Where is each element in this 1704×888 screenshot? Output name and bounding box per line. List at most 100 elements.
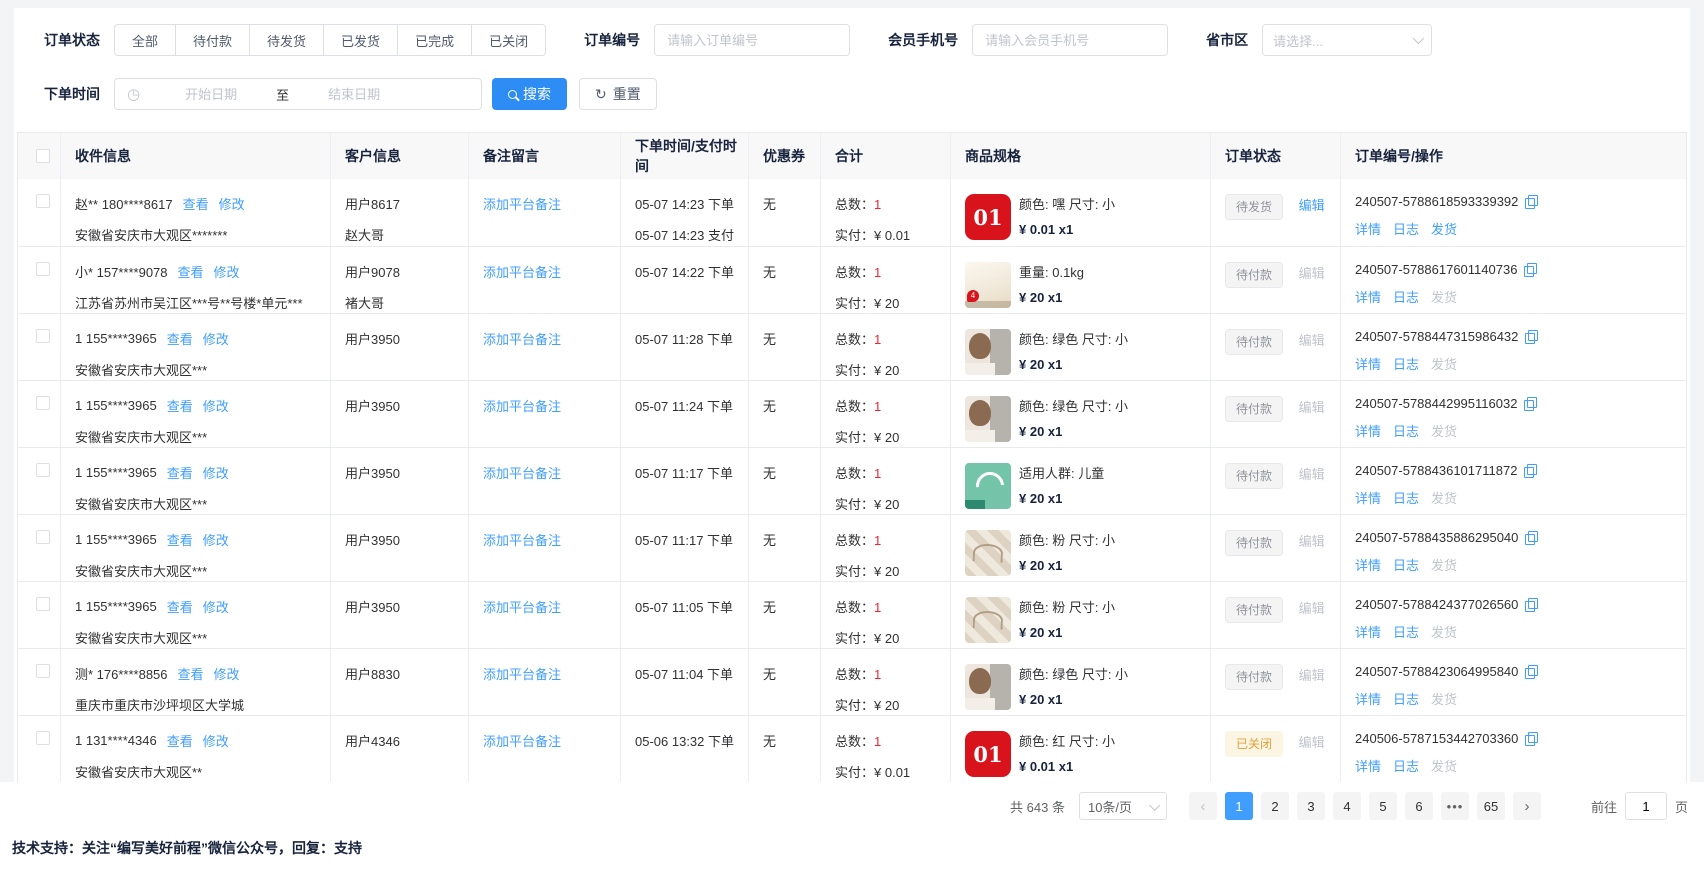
ship-link[interactable]: 发货: [1431, 689, 1457, 708]
view-link[interactable]: 查看: [167, 396, 193, 415]
add-remark-link[interactable]: 添加平台备注: [483, 399, 561, 414]
add-remark-link[interactable]: 添加平台备注: [483, 197, 561, 212]
copy-icon[interactable]: [1525, 330, 1537, 344]
ship-link[interactable]: 发货: [1431, 421, 1457, 440]
modify-link[interactable]: 修改: [203, 396, 229, 415]
detail-link[interactable]: 详情: [1355, 756, 1381, 775]
modify-link[interactable]: 修改: [203, 463, 229, 482]
goto-page-input[interactable]: [1625, 792, 1667, 820]
modify-link[interactable]: 修改: [214, 664, 240, 683]
copy-icon[interactable]: [1525, 531, 1537, 545]
detail-link[interactable]: 详情: [1355, 488, 1381, 507]
detail-link[interactable]: 详情: [1355, 421, 1381, 440]
reset-button[interactable]: ↻ 重置: [579, 78, 657, 110]
row-checkbox[interactable]: [36, 194, 50, 208]
edit-order-link[interactable]: 编辑: [1299, 601, 1325, 616]
log-link[interactable]: 日志: [1393, 756, 1419, 775]
add-remark-link[interactable]: 添加平台备注: [483, 466, 561, 481]
ship-link[interactable]: 发货: [1431, 555, 1457, 574]
region-select[interactable]: 请选择...: [1262, 24, 1432, 56]
add-remark-link[interactable]: 添加平台备注: [483, 667, 561, 682]
edit-order-link[interactable]: 编辑: [1299, 333, 1325, 348]
add-remark-link[interactable]: 添加平台备注: [483, 265, 561, 280]
copy-icon[interactable]: [1524, 263, 1536, 277]
page-button-65[interactable]: 65: [1477, 792, 1505, 820]
log-link[interactable]: 日志: [1393, 421, 1419, 440]
add-remark-link[interactable]: 添加平台备注: [483, 533, 561, 548]
add-remark-link[interactable]: 添加平台备注: [483, 600, 561, 615]
view-link[interactable]: 查看: [167, 463, 193, 482]
status-tab-1[interactable]: 待付款: [175, 24, 250, 56]
start-date-input[interactable]: [146, 87, 276, 102]
view-link[interactable]: 查看: [167, 597, 193, 616]
log-link[interactable]: 日志: [1393, 354, 1419, 373]
view-link[interactable]: 查看: [167, 731, 193, 750]
detail-link[interactable]: 详情: [1355, 219, 1381, 238]
log-link[interactable]: 日志: [1393, 488, 1419, 507]
copy-icon[interactable]: [1525, 195, 1537, 209]
modify-link[interactable]: 修改: [214, 262, 240, 281]
select-all-checkbox[interactable]: [36, 149, 50, 163]
page-button-6[interactable]: 6: [1405, 792, 1433, 820]
edit-order-link[interactable]: 编辑: [1299, 467, 1325, 482]
view-link[interactable]: 查看: [167, 329, 193, 348]
end-date-input[interactable]: [289, 87, 419, 102]
add-remark-link[interactable]: 添加平台备注: [483, 734, 561, 749]
page-button-2[interactable]: 2: [1261, 792, 1289, 820]
row-checkbox[interactable]: [36, 731, 50, 745]
view-link[interactable]: 查看: [183, 194, 209, 213]
log-link[interactable]: 日志: [1393, 287, 1419, 306]
modify-link[interactable]: 修改: [203, 329, 229, 348]
row-checkbox[interactable]: [36, 463, 50, 477]
log-link[interactable]: 日志: [1393, 219, 1419, 238]
status-tab-5[interactable]: 已关闭: [471, 24, 546, 56]
more-pages-button[interactable]: •••: [1441, 792, 1469, 820]
date-range-picker[interactable]: ◷ 至: [114, 78, 482, 110]
row-checkbox[interactable]: [36, 530, 50, 544]
detail-link[interactable]: 详情: [1355, 622, 1381, 641]
page-button-4[interactable]: 4: [1333, 792, 1361, 820]
detail-link[interactable]: 详情: [1355, 555, 1381, 574]
row-checkbox[interactable]: [36, 396, 50, 410]
page-button-3[interactable]: 3: [1297, 792, 1325, 820]
log-link[interactable]: 日志: [1393, 622, 1419, 641]
edit-order-link[interactable]: 编辑: [1299, 735, 1325, 750]
view-link[interactable]: 查看: [178, 262, 204, 281]
prev-page-button[interactable]: ‹: [1189, 792, 1217, 820]
modify-link[interactable]: 修改: [219, 194, 245, 213]
page-button-5[interactable]: 5: [1369, 792, 1397, 820]
status-tab-2[interactable]: 待发货: [249, 24, 324, 56]
ship-link[interactable]: 发货: [1431, 488, 1457, 507]
modify-link[interactable]: 修改: [203, 597, 229, 616]
status-tab-4[interactable]: 已完成: [397, 24, 472, 56]
add-remark-link[interactable]: 添加平台备注: [483, 332, 561, 347]
log-link[interactable]: 日志: [1393, 555, 1419, 574]
modify-link[interactable]: 修改: [203, 530, 229, 549]
detail-link[interactable]: 详情: [1355, 354, 1381, 373]
detail-link[interactable]: 详情: [1355, 689, 1381, 708]
copy-icon[interactable]: [1525, 598, 1537, 612]
edit-order-link[interactable]: 编辑: [1299, 668, 1325, 683]
ship-link[interactable]: 发货: [1431, 622, 1457, 641]
ship-link[interactable]: 发货: [1431, 219, 1457, 238]
copy-icon[interactable]: [1525, 732, 1537, 746]
ship-link[interactable]: 发货: [1431, 756, 1457, 775]
next-page-button[interactable]: ›: [1513, 792, 1541, 820]
page-button-1[interactable]: 1: [1225, 792, 1253, 820]
status-tab-3[interactable]: 已发货: [323, 24, 398, 56]
search-button[interactable]: 搜索: [492, 78, 567, 110]
page-size-select[interactable]: 10条/页: [1079, 792, 1167, 820]
row-checkbox[interactable]: [36, 262, 50, 276]
modify-link[interactable]: 修改: [203, 731, 229, 750]
edit-order-link[interactable]: 编辑: [1299, 266, 1325, 281]
copy-icon[interactable]: [1525, 665, 1537, 679]
row-checkbox[interactable]: [36, 329, 50, 343]
view-link[interactable]: 查看: [178, 664, 204, 683]
detail-link[interactable]: 详情: [1355, 287, 1381, 306]
edit-order-link[interactable]: 编辑: [1299, 400, 1325, 415]
ship-link[interactable]: 发货: [1431, 287, 1457, 306]
view-link[interactable]: 查看: [167, 530, 193, 549]
copy-icon[interactable]: [1524, 464, 1536, 478]
edit-order-link[interactable]: 编辑: [1299, 534, 1325, 549]
status-tab-0[interactable]: 全部: [114, 24, 176, 56]
